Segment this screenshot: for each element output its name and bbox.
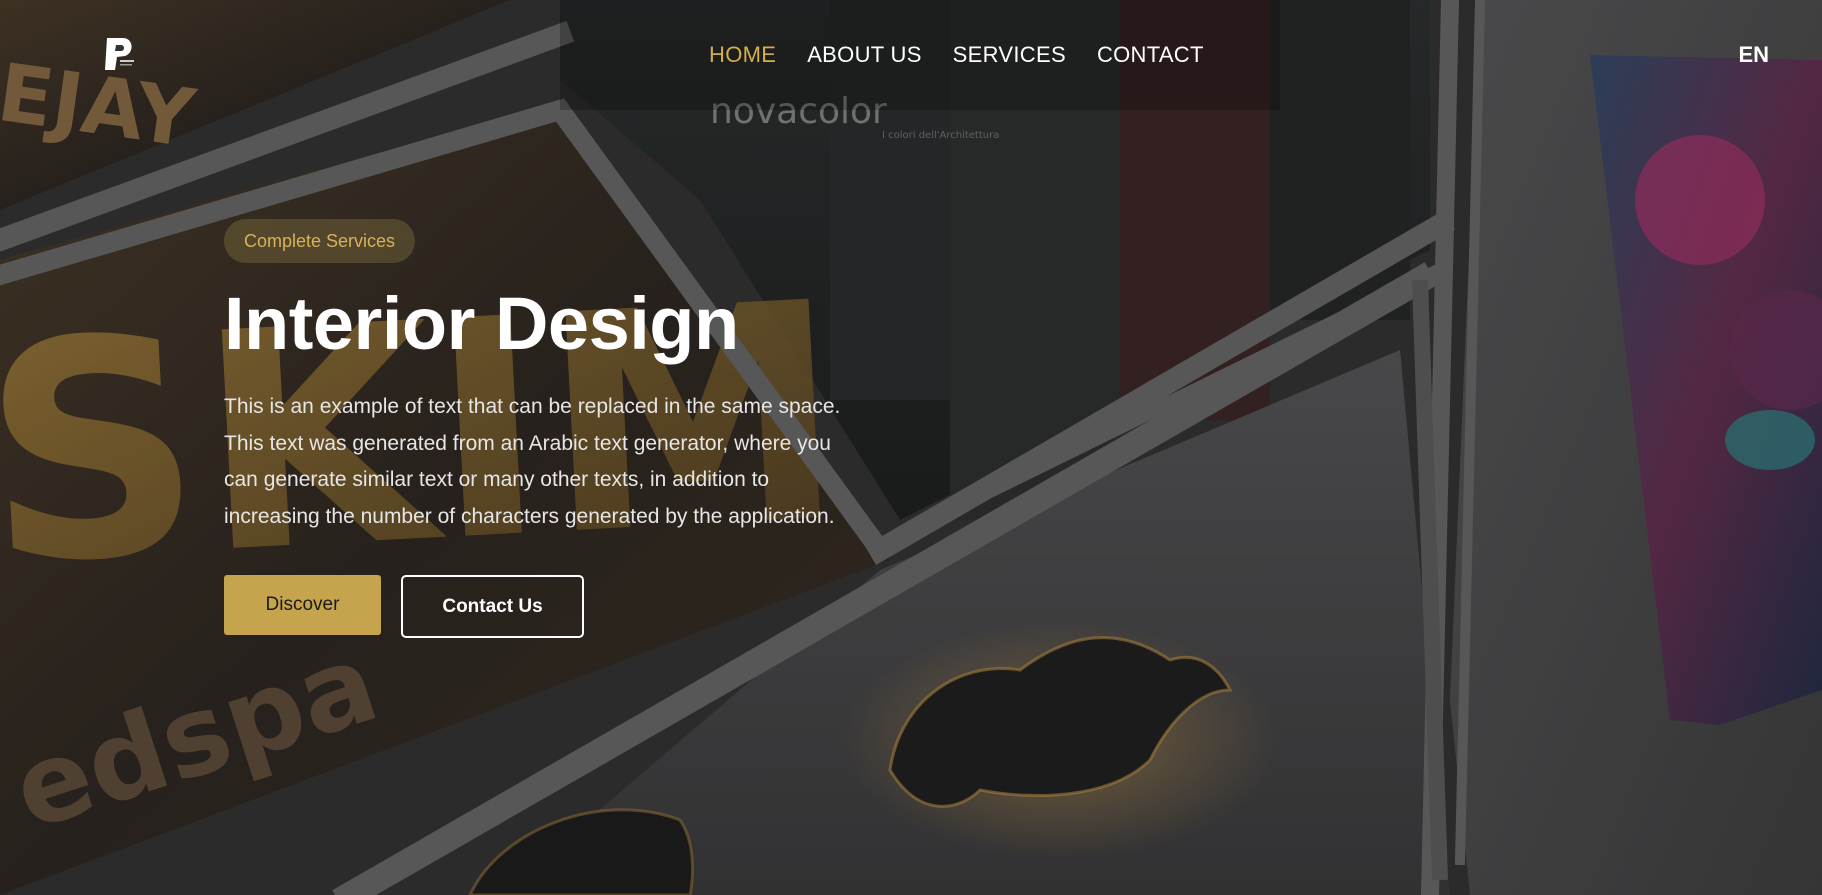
hero-buttons: Discover Contact Us [224, 575, 864, 638]
main-navigation: HOME ABOUT US SERVICES CONTACT [709, 42, 1204, 68]
svg-text:I colori dell'Architettura: I colori dell'Architettura [882, 130, 999, 141]
brand-logo[interactable] [103, 36, 137, 72]
nav-services[interactable]: SERVICES [953, 42, 1066, 68]
services-badge: Complete Services [224, 219, 416, 263]
language-switcher[interactable]: EN [1738, 42, 1769, 68]
hero-section: Complete Services Interior Design This i… [224, 219, 864, 638]
hero-title: Interior Design [224, 282, 739, 365]
nav-about-us[interactable]: ABOUT US [807, 42, 921, 68]
nav-contact[interactable]: CONTACT [1097, 42, 1204, 68]
hero-description: This is an example of text that can be r… [224, 395, 841, 528]
contact-us-button[interactable]: Contact Us [401, 575, 584, 638]
discover-button[interactable]: Discover [224, 575, 381, 635]
nav-home[interactable]: HOME [709, 42, 776, 68]
p-letter-logo-icon [105, 38, 134, 70]
